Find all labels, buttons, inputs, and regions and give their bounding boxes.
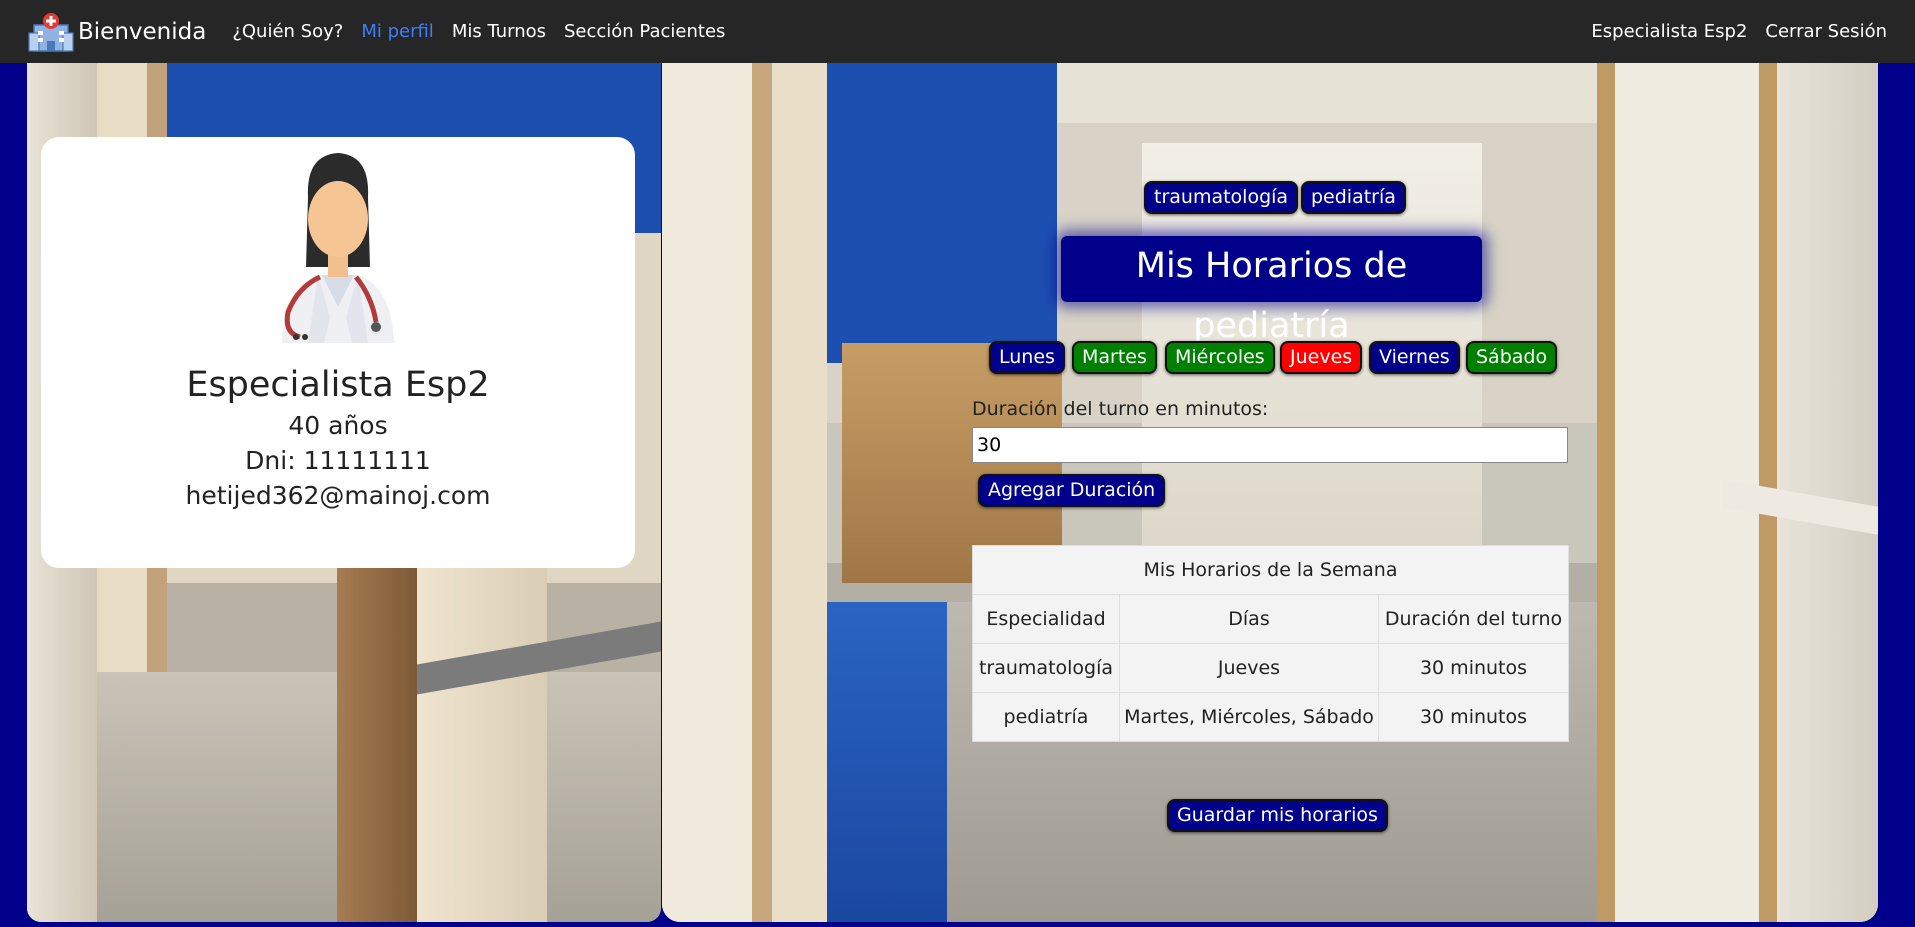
doctor-avatar-icon [282, 153, 394, 343]
day-viernes-button[interactable]: Viernes [1369, 341, 1460, 374]
photo-blue-wall [827, 63, 1057, 363]
table-row: traumatología Jueves 30 minutos [972, 643, 1569, 693]
nav-mi-perfil[interactable]: Mi perfil [361, 21, 434, 42]
table-cell: traumatología [972, 643, 1120, 693]
brand[interactable]: Bienvenida [28, 11, 206, 53]
table-header: Días [1119, 594, 1379, 644]
nav-user[interactable]: Especialista Esp2 [1591, 21, 1747, 42]
specialty-traumatologia-button[interactable]: traumatología [1144, 181, 1299, 214]
save-schedule-button[interactable]: Guardar mis horarios [1167, 799, 1388, 832]
duration-input[interactable] [972, 427, 1568, 463]
table-cell: Jueves [1119, 643, 1379, 693]
profile-age: 40 años [288, 411, 388, 440]
table-caption: Mis Horarios de la Semana [972, 545, 1569, 594]
photo-door [662, 63, 827, 922]
profile-card: Especialista Esp2 40 años Dni: 11111111 … [41, 137, 635, 568]
table-header: Especialidad [972, 594, 1120, 644]
schedule-table: Mis Horarios de la Semana Especialidad D… [972, 545, 1569, 742]
day-jueves-button[interactable]: Jueves [1280, 341, 1363, 374]
day-lunes-button[interactable]: Lunes [989, 341, 1065, 374]
schedule-title: Mis Horarios de pediatría [1061, 236, 1482, 346]
table-cell: Martes, Miércoles, Sábado [1119, 692, 1379, 742]
table-cell: pediatría [972, 692, 1120, 742]
navbar: Bienvenida ¿Quién Soy? Mi perfil Mis Tur… [0, 0, 1915, 63]
table-header-row: Especialidad Días Duración del turno [972, 594, 1569, 644]
add-duration-button[interactable]: Agregar Duración [978, 474, 1166, 507]
profile-dni: Dni: 11111111 [245, 446, 431, 475]
nav-quien-soy[interactable]: ¿Quién Soy? [232, 21, 343, 42]
table-cell: 30 minutos [1378, 692, 1569, 742]
profile-name: Especialista Esp2 [186, 365, 490, 405]
nav-seccion-pacientes[interactable]: Sección Pacientes [564, 21, 725, 42]
day-sabado-button[interactable]: Sábado [1466, 341, 1558, 374]
photo-floor-blue [827, 602, 947, 922]
nav-mis-turnos[interactable]: Mis Turnos [452, 21, 546, 42]
nav-right: Especialista Esp2 Cerrar Sesión [1573, 21, 1887, 42]
table-header: Duración del turno [1378, 594, 1569, 644]
profile-email: hetijed362@mainoj.com [185, 481, 491, 510]
day-miercoles-button[interactable]: Miércoles [1165, 341, 1275, 374]
duration-label: Duración del turno en minutos: [972, 398, 1269, 420]
brand-label: Bienvenida [78, 18, 207, 45]
table-row: pediatría Martes, Miércoles, Sábado 30 m… [972, 692, 1569, 742]
nav-logout[interactable]: Cerrar Sesión [1765, 21, 1887, 42]
hospital-logo-icon [28, 12, 74, 52]
specialty-pediatria-button[interactable]: pediatría [1301, 181, 1406, 214]
table-cell: 30 minutos [1378, 643, 1569, 693]
day-martes-button[interactable]: Martes [1072, 341, 1157, 374]
